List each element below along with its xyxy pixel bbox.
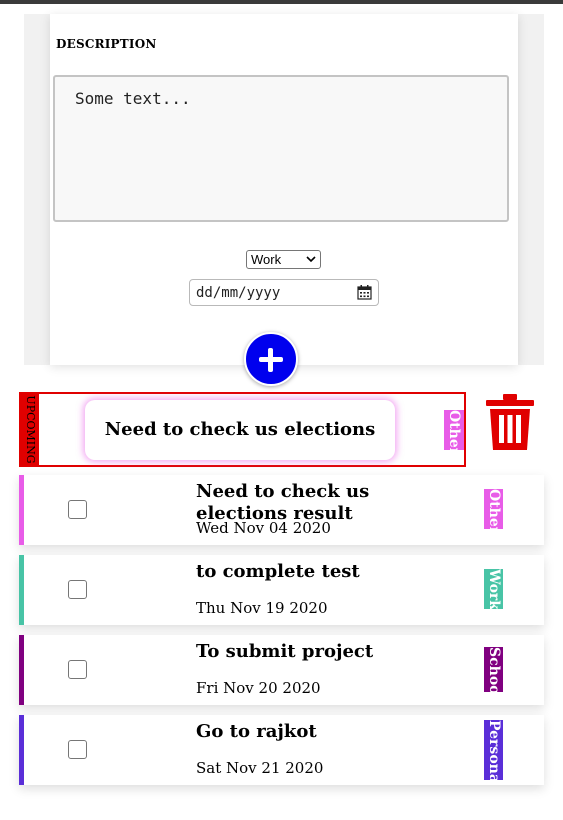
todo-category-tag: Other [484,489,503,529]
todo-accent [19,475,24,545]
todo-date: Fri Nov 20 2020 [196,679,321,697]
date-placeholder: dd/mm/yyyy [196,285,281,301]
todo-category-tag: School [484,647,503,692]
todo-item: Go to rajkot Sat Nov 21 2020 Personal [19,715,544,785]
todo-accent [19,555,24,625]
todo-category-label: Work [486,569,502,609]
description-label: DESCRIPTION [56,37,157,51]
todo-accent [19,715,24,785]
todo-title: Go to rajkot [196,721,317,742]
dragging-todo-title: Need to check us elections result [85,400,395,500]
todo-date: Wed Nov 04 2020 [196,519,331,537]
category-select[interactable]: Work [246,250,321,269]
todo-title: to complete test [196,561,360,582]
todo-checkbox[interactable] [68,500,87,519]
todo-item: Need to check us elections result Wed No… [19,475,544,545]
category-tag: Other [444,410,464,450]
todo-item: to complete test Thu Nov 19 2020 Work [19,555,544,625]
category-select-value: Work [251,252,282,267]
description-textarea[interactable]: Some text... [53,75,509,222]
top-border [0,0,563,4]
todo-accent [19,635,24,705]
todo-title: To submit project [196,641,374,662]
todo-category-label: Other [486,489,502,529]
category-tag-label: Other [446,410,462,450]
todo-checkbox[interactable] [68,660,87,679]
chevron-down-icon [306,256,316,263]
dragging-todo[interactable]: UPCOMING Need to check us elections resu… [19,392,466,500]
add-todo-button[interactable] [244,332,298,386]
todo-category-tag: Personal [484,720,503,780]
trash-icon[interactable] [486,394,534,450]
todo-category-label: Personal [486,720,502,780]
todo-date: Sat Nov 21 2020 [196,759,324,777]
date-input[interactable]: dd/mm/yyyy [189,279,379,306]
todo-item: To submit project Fri Nov 20 2020 School [19,635,544,705]
todo-form: DESCRIPTION Some text... Work dd/mm/yyyy [50,14,518,365]
todo-date: Thu Nov 19 2020 [196,599,328,617]
status-tag-label: UPCOMING [24,395,37,464]
todo-checkbox[interactable] [68,740,87,759]
status-tag: UPCOMING [21,394,39,465]
calendar-icon[interactable] [357,285,372,300]
todo-category-tag: Work [484,569,503,609]
todo-checkbox[interactable] [68,580,87,599]
todo-category-label: School [486,647,502,692]
